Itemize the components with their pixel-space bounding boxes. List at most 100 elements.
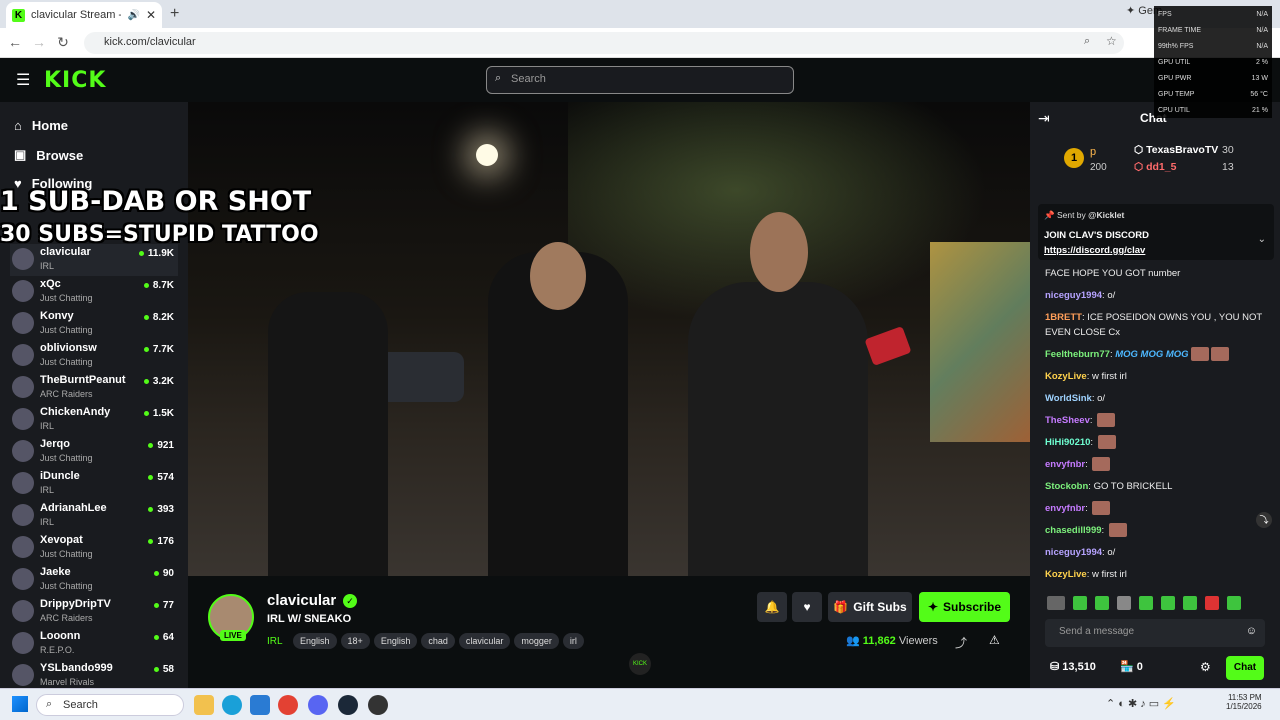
channel-item[interactable]: Looonn R.E.P.O. 64 — [10, 628, 178, 660]
emote-icon[interactable] — [1183, 596, 1197, 610]
gift-subs-button[interactable]: 🎁 Gift Subs — [828, 592, 912, 622]
channel-item[interactable]: YSLbando999 Marvel Rivals 58 — [10, 660, 178, 688]
zoom-icon[interactable]: ⌕ — [1084, 35, 1090, 48]
kick-logo[interactable]: KICK — [44, 68, 106, 93]
channel-item[interactable]: iDuncle IRL 574 — [10, 468, 178, 500]
channel-item[interactable]: xQc Just Chatting 8.7K — [10, 276, 178, 308]
category-link[interactable]: IRL — [267, 636, 283, 647]
chat-user[interactable]: WorldSink — [1045, 393, 1092, 404]
channel-category: ARC Raiders — [40, 389, 93, 399]
browser-tab[interactable]: K clavicular Stream - Watch L 🔊 ✕ — [6, 2, 162, 28]
emote-icon[interactable] — [1227, 596, 1241, 610]
close-tab-icon[interactable]: ✕ — [146, 8, 156, 22]
sidebar-item-home[interactable]: ⌂ Home — [14, 118, 68, 133]
channel-item[interactable]: Xevopat Just Chatting 176 — [10, 532, 178, 564]
channel-item[interactable]: DrippyDripTV ARC Raiders 77 — [10, 596, 178, 628]
video-player[interactable] — [188, 102, 1030, 576]
search-input[interactable]: ⌕ Search — [486, 66, 794, 94]
send-chat-button[interactable]: Chat — [1226, 656, 1264, 680]
windows-start-icon[interactable] — [12, 696, 28, 712]
perf-value: 13 W — [1251, 75, 1268, 82]
chat-user[interactable]: envyfnbr — [1045, 503, 1085, 514]
perf-row: GPU UTIL 2 % — [1158, 59, 1268, 66]
star-icon[interactable]: ☆ — [1106, 34, 1117, 48]
sidebar-item-browse[interactable]: ▣ Browse — [14, 147, 83, 163]
forward-icon[interactable]: → — [30, 34, 48, 50]
taskbar-search[interactable]: ⌕ Search — [36, 694, 184, 716]
perf-label: 99th% FPS — [1158, 43, 1194, 50]
chat-input[interactable]: Send a message ☺ — [1045, 619, 1265, 647]
emote-icon[interactable] — [1205, 596, 1219, 610]
chat-user[interactable]: Feeltheburn77 — [1045, 349, 1110, 360]
url-field[interactable]: kick.com/clavicular — [84, 32, 1124, 54]
gear-icon[interactable]: ⚙ — [1200, 660, 1211, 674]
new-tab-icon[interactable]: + — [170, 5, 179, 23]
emote-icon[interactable] — [1095, 596, 1109, 610]
leaderboard-entry[interactable]: ⬡ dd1_5 — [1134, 161, 1176, 173]
menu-icon[interactable]: ☰ — [16, 70, 30, 90]
emoji-icon[interactable]: ☺ — [1246, 625, 1257, 637]
app-icon[interactable] — [368, 695, 388, 715]
channel-item[interactable]: oblivionsw Just Chatting 7.7K — [10, 340, 178, 372]
tag[interactable]: mogger — [514, 633, 559, 649]
tag[interactable]: English — [293, 633, 337, 649]
reload-icon[interactable]: ↻ — [54, 34, 72, 51]
back-icon[interactable]: ← — [6, 34, 24, 50]
chevron-down-icon[interactable]: ⌄ — [1258, 234, 1266, 245]
store-icon[interactable] — [250, 695, 270, 715]
tag[interactable]: clavicular — [458, 633, 511, 649]
channel-item[interactable]: clavicular IRL 11.9K — [10, 244, 178, 276]
chrome-icon[interactable] — [278, 695, 298, 715]
viewer-count: 8.2K — [144, 312, 174, 323]
tag[interactable]: English — [373, 633, 418, 649]
edge-icon[interactable] — [222, 695, 242, 715]
subscribe-button[interactable]: ✦ Subscribe — [919, 592, 1010, 622]
channel-points[interactable]: ⛁ 13,510 — [1050, 660, 1096, 673]
channel-item[interactable]: Jaeke Just Chatting 90 — [10, 564, 178, 596]
chat-message: niceguy1994: o/ — [1045, 290, 1116, 301]
channel-name[interactable]: clavicular — [267, 592, 336, 609]
avatar — [12, 632, 34, 654]
chat-user[interactable]: HiHi90210 — [1045, 437, 1090, 448]
clock[interactable]: 11:53 PM 1/15/2026 — [1226, 693, 1262, 711]
scroll-to-bottom-icon[interactable]: ⤵ — [1256, 512, 1272, 528]
chat-user[interactable]: KozyLive — [1045, 569, 1087, 580]
share-icon[interactable]: ⤴ — [955, 634, 967, 651]
emote-icon[interactable] — [1161, 596, 1175, 610]
channel-item[interactable]: AdrianahLee IRL 393 — [10, 500, 178, 532]
channel-item[interactable]: TheBurntPeanut ARC Raiders 3.2K — [10, 372, 178, 404]
pinned-message[interactable]: 📌 Sent by @Kicklet JOIN CLAV'S DISCORD h… — [1038, 204, 1274, 260]
tag[interactable]: irl — [562, 633, 584, 649]
chat-user[interactable]: TheSheev — [1045, 415, 1090, 426]
pinned-link[interactable]: https://discord.gg/clav — [1044, 245, 1145, 256]
report-icon[interactable]: ⚠ — [989, 633, 1000, 647]
emote-icon[interactable] — [1139, 596, 1153, 610]
discord-icon[interactable] — [308, 695, 328, 715]
chat-user[interactable]: KozyLive — [1045, 371, 1087, 382]
leaderboard-entry[interactable]: ⬡ TexasBravoTV — [1134, 144, 1218, 156]
tag[interactable]: 18+ — [340, 633, 370, 649]
chat-user[interactable]: niceguy1994 — [1045, 290, 1102, 301]
speaker-icon[interactable]: 🔊 — [127, 10, 139, 21]
tray-icons[interactable]: ⌃ ◐ ✱ ♪ ▭ ⚡ — [1106, 697, 1176, 710]
chat-user[interactable]: envyfnbr — [1045, 459, 1085, 470]
chat-user[interactable]: chasedill999 — [1045, 525, 1102, 536]
channel-item[interactable]: Jerqo Just Chatting 921 — [10, 436, 178, 468]
chat-user[interactable]: Stockobn — [1045, 481, 1088, 492]
follow-button[interactable]: ♥ — [792, 592, 822, 622]
channel-category: Just Chatting — [40, 325, 93, 335]
channel-item[interactable]: Konvy Just Chatting 8.2K — [10, 308, 178, 340]
emote-icon[interactable] — [1047, 596, 1065, 610]
file-explorer-icon[interactable] — [194, 695, 214, 715]
tag[interactable]: chad — [421, 633, 455, 649]
emote-icon[interactable] — [1073, 596, 1087, 610]
steam-icon[interactable] — [338, 695, 358, 715]
channel-item[interactable]: ChickenAndy IRL 1.5K — [10, 404, 178, 436]
notification-button[interactable]: 🔔 — [757, 592, 787, 622]
collapse-chat-icon[interactable]: ⇥ — [1038, 110, 1050, 127]
emote-icon[interactable] — [1117, 596, 1131, 610]
chat-user[interactable]: 1BRETT — [1045, 312, 1082, 323]
store-button[interactable]: 🏪 0 — [1120, 660, 1143, 673]
person-left — [268, 292, 388, 576]
chat-user[interactable]: niceguy1994 — [1045, 547, 1102, 558]
